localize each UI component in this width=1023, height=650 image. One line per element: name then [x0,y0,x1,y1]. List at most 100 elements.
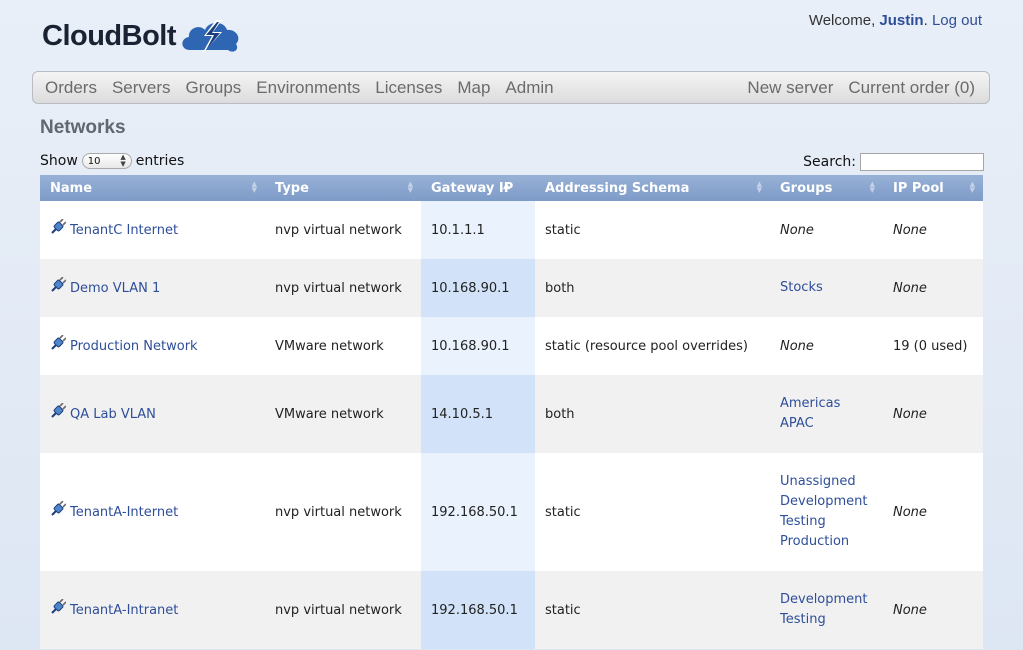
nav-servers[interactable]: Servers [112,78,171,98]
nav-new-server[interactable]: New server [747,78,833,98]
sort-ascending-icon: ▲ [503,181,510,191]
cell-ip-pool: None [883,259,983,317]
column-header-groups[interactable]: Groups ▲ ▼ [770,175,883,201]
network-name-link[interactable]: TenantA-Internet [70,505,178,520]
cell-groups: None [770,317,883,375]
cell-addressing-schema: both [535,375,770,453]
cell-name: Production Network [40,317,265,375]
cell-gateway-ip: 10.1.1.1 [421,201,535,259]
table-header-row: Name ▲ ▼ Type ▲ ▼ Gateway IP ▲ Addressing Sch… [40,175,983,201]
network-plug-icon [51,277,66,292]
networks-table-wrapper: Name ▲ ▼ Type ▲ ▼ Gateway IP ▲ Addressing Sch… [40,175,983,650]
group-link[interactable]: Testing [780,610,873,630]
welcome-bar: Welcome, Justin. Log out [808,12,982,29]
network-plug-icon [51,599,66,614]
network-name-link[interactable]: TenantC Internet [70,223,178,238]
groups-none: None [780,338,814,354]
logout-link[interactable]: Log out [932,12,982,29]
cell-groups: Unassigned Development Testing Production [770,453,883,571]
cell-type: nvp virtual network [265,201,421,259]
search-control: Search: [803,153,984,171]
group-link[interactable]: Stocks [780,278,873,298]
cell-name: Demo VLAN 1 [40,259,265,317]
group-link[interactable]: APAC [780,414,873,434]
cell-addressing-schema: static [535,201,770,259]
cell-type: VMware network [265,375,421,453]
entries-control: Show 10 ▲ ▼ entries [40,153,184,169]
network-plug-icon [51,501,66,516]
group-link[interactable]: Testing [780,512,873,532]
network-plug-icon [51,335,66,350]
search-label: Search: [803,154,856,170]
cell-type: VMware network [265,317,421,375]
sort-icon: ▲ ▼ [756,180,762,194]
logo-text: CloudBolt [42,19,177,52]
cell-ip-pool: None [883,375,983,453]
network-name-link[interactable]: Production Network [70,339,198,354]
network-plug-icon [51,219,66,234]
table-row: TenantA-Internet nvp virtual network 192.1… [40,453,983,571]
sort-icon: ▲ ▼ [251,180,257,194]
sort-icon: ▲ ▼ [869,180,875,194]
column-header-label: IP Pool [893,180,944,196]
nav-admin[interactable]: Admin [505,78,553,98]
cell-ip-pool: None [883,571,983,649]
table-row: TenantA-Intranet nvp virtual network 192.1… [40,571,983,649]
cell-groups: Stocks [770,259,883,317]
cell-ip-pool: None [883,201,983,259]
cell-addressing-schema: both [535,259,770,317]
networks-table: Name ▲ ▼ Type ▲ ▼ Gateway IP ▲ Addressing Sch… [40,175,983,649]
table-row: TenantC Internet nvp virtual network 10.1.… [40,201,983,259]
nav-map[interactable]: Map [457,78,490,98]
cell-addressing-schema: static [535,453,770,571]
group-link[interactable]: Production [780,532,873,552]
cell-name: TenantA-Internet [40,453,265,571]
sort-icon: ▲ ▼ [407,180,413,194]
main-navbar: Orders Servers Groups Environments Licen… [32,71,990,104]
network-name-link[interactable]: TenantA-Intranet [70,603,178,618]
cell-name: TenantA-Intranet [40,571,265,649]
cell-gateway-ip: 14.10.5.1 [421,375,535,453]
column-header-label: Name [50,180,93,196]
cell-addressing-schema: static [535,571,770,649]
nav-groups[interactable]: Groups [186,78,242,98]
group-link[interactable]: Development [780,492,873,512]
column-header-label: Groups [780,180,833,196]
column-header-gateway-ip[interactable]: Gateway IP ▲ [421,175,535,201]
group-link[interactable]: Unassigned [780,472,873,492]
cell-gateway-ip: 10.168.90.1 [421,259,535,317]
group-link[interactable]: Americas [780,394,873,414]
cell-type: nvp virtual network [265,453,421,571]
entries-select[interactable]: 10 ▲ ▼ [81,153,132,169]
network-name-link[interactable]: QA Lab VLAN [70,407,156,422]
network-plug-icon [51,403,66,418]
column-header-label: Addressing Schema [545,180,690,196]
column-header-addressing-schema[interactable]: Addressing Schema ▲ ▼ [535,175,770,201]
column-header-type[interactable]: Type ▲ ▼ [265,175,421,201]
table-row: Production Network VMware network 10.168.9… [40,317,983,375]
search-input[interactable] [860,153,984,171]
cell-groups: Americas APAC [770,375,883,453]
cloudbolt-logo[interactable]: CloudBolt [42,16,244,56]
group-link[interactable]: Development [780,590,873,610]
column-header-label: Gateway IP [431,180,514,196]
table-row: QA Lab VLAN VMware network 14.10.5.1 both Am… [40,375,983,453]
cell-ip-pool: None [883,453,983,571]
column-header-ip-pool[interactable]: IP Pool ▲ ▼ [883,175,983,201]
network-name-link[interactable]: Demo VLAN 1 [70,281,160,296]
cell-name: QA Lab VLAN [40,375,265,453]
user-name-link[interactable]: Justin [879,12,923,29]
cell-gateway-ip: 10.168.90.1 [421,317,535,375]
column-header-label: Type [275,180,309,196]
nav-orders[interactable]: Orders [45,78,97,98]
cell-groups: None [770,201,883,259]
cell-groups: Development Testing [770,571,883,649]
column-header-name[interactable]: Name ▲ ▼ [40,175,265,201]
nav-environments[interactable]: Environments [256,78,360,98]
cell-gateway-ip: 192.168.50.1 [421,453,535,571]
nav-licenses[interactable]: Licenses [375,78,442,98]
cell-gateway-ip: 192.168.50.1 [421,571,535,649]
nav-current-order[interactable]: Current order (0) [848,78,975,98]
entries-select-value: 10 [87,155,101,167]
cell-addressing-schema: static (resource pool overrides) [535,317,770,375]
